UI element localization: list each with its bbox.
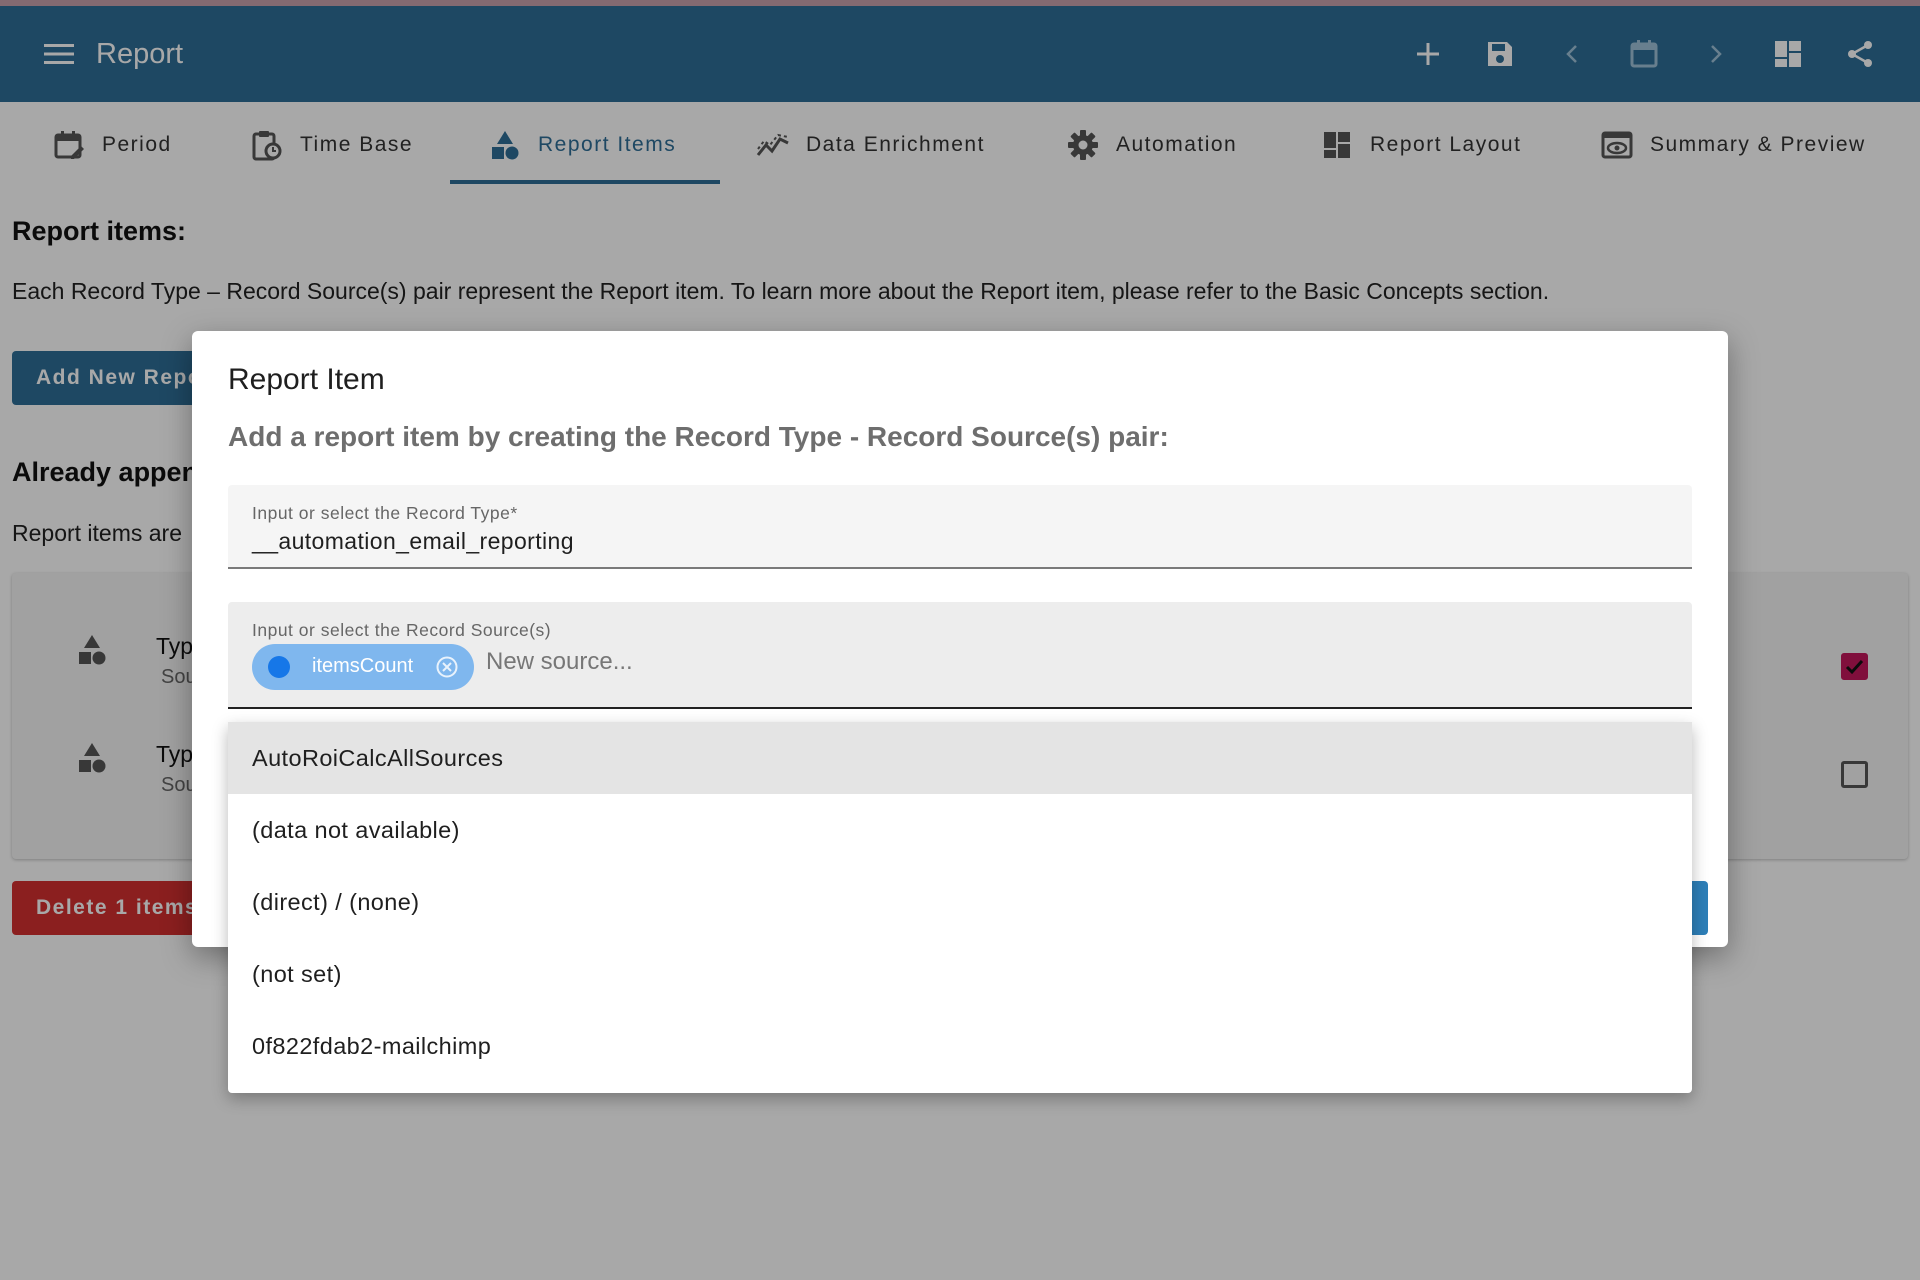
source-chip[interactable]: itemsCount [252,644,474,690]
record-type-field[interactable]: Input or select the Record Type* __autom… [228,485,1692,569]
dialog-title: Report Item [228,363,385,396]
dropdown-option[interactable]: (not set) [228,938,1692,1010]
new-source-input[interactable] [486,642,986,682]
dialog-subtitle: Add a report item by creating the Record… [228,421,1169,452]
dropdown-option[interactable]: AutoRoiCalcAllSources [228,722,1692,794]
dropdown-option[interactable]: 0f822fdab2-mailchimp [228,1010,1692,1082]
record-type-label: Input or select the Record Type* [252,503,518,523]
source-chip-label: itemsCount [312,655,414,677]
dropdown-option[interactable]: (direct) / (none) [228,866,1692,938]
record-source-field[interactable]: Input or select the Record Source(s) ite… [228,602,1692,709]
dropdown-option[interactable]: (data not available) [228,794,1692,866]
source-options-dropdown: AutoRoiCalcAllSources (data not availabl… [228,722,1692,1093]
chip-avatar-dot [268,656,290,678]
record-source-label: Input or select the Record Source(s) [252,620,552,640]
record-type-value[interactable]: __automation_email_reporting [252,528,574,555]
chip-remove-icon[interactable] [436,656,458,678]
